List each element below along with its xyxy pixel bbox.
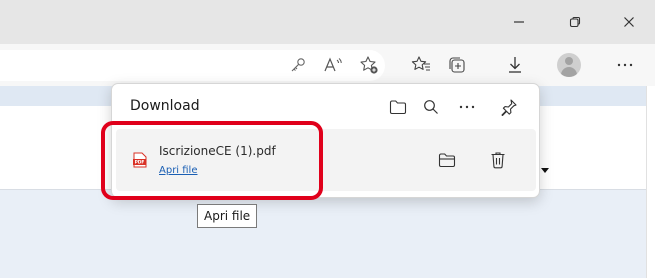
browser-toolbar <box>0 44 655 86</box>
more-options-icon <box>459 105 475 109</box>
read-aloud-icon <box>324 57 342 72</box>
show-in-folder-icon <box>438 153 456 168</box>
more-button[interactable] <box>613 53 637 77</box>
minimize-icon <box>514 21 524 23</box>
open-folder-icon <box>389 100 407 115</box>
avatar-head <box>565 57 573 65</box>
search-downloads-button[interactable] <box>419 95 443 119</box>
favorites-button[interactable] <box>409 53 433 77</box>
highlight-annotation <box>101 121 323 200</box>
close-icon <box>624 17 634 27</box>
add-favorite-icon <box>360 56 378 74</box>
tooltip: Apri file <box>197 204 258 228</box>
read-aloud-button[interactable] <box>321 53 345 77</box>
add-favorite-button[interactable] <box>357 53 381 77</box>
show-in-folder-button[interactable] <box>435 148 459 172</box>
restore-icon <box>569 16 581 28</box>
downloads-title: Download <box>130 98 200 114</box>
key-button[interactable] <box>286 53 310 77</box>
open-downloads-folder-button[interactable] <box>386 95 410 119</box>
collections-icon <box>449 57 465 73</box>
chevron-down-icon[interactable] <box>541 168 549 173</box>
pin-icon <box>501 99 517 116</box>
search-icon <box>424 100 438 114</box>
close-button[interactable] <box>606 0 652 44</box>
minimize-button[interactable] <box>496 0 542 44</box>
page-scrollbar[interactable] <box>646 86 655 278</box>
window-titlebar <box>0 0 655 44</box>
profile-avatar[interactable] <box>557 53 581 77</box>
more-options-button[interactable] <box>455 95 479 119</box>
favorites-icon <box>411 56 430 71</box>
avatar-body <box>561 67 577 77</box>
delete-button[interactable] <box>486 148 510 172</box>
pin-button[interactable] <box>497 95 521 119</box>
downloads-button[interactable] <box>503 53 527 77</box>
key-icon <box>291 58 305 72</box>
restore-button[interactable] <box>552 0 598 44</box>
downloads-icon <box>509 57 521 73</box>
collections-button[interactable] <box>444 53 468 77</box>
delete-icon <box>491 152 505 169</box>
page-lower-panel <box>0 190 646 278</box>
more-icon <box>617 63 633 67</box>
